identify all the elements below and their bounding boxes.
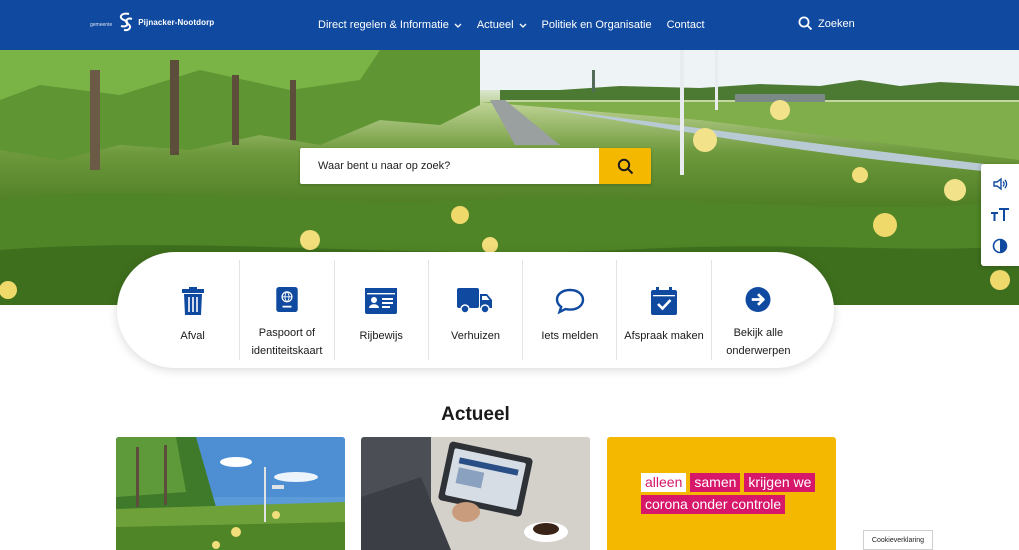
hero-search-bar [300,148,651,184]
quick-link-paspoort[interactable]: Paspoort of identiteitskaart [240,260,335,360]
logo-name: Pijnacker-Nootdorp [138,17,215,27]
search-icon [798,16,813,31]
speaker-icon [993,177,1008,191]
text-size-button[interactable] [985,201,1015,229]
quick-link-alle-onderwerpen[interactable]: Bekijk alle onderwerpen [712,260,805,360]
quick-link-label: Afspraak maken [624,330,704,342]
search-icon [617,158,633,174]
quick-link-verhuizen[interactable]: Verhuizen [429,260,524,360]
logo-mark-icon [120,12,133,32]
accessibility-toolbar [981,164,1019,266]
truck-icon [457,288,493,314]
slogan-line-1: alleen samen krijgen we [641,473,821,492]
hero-search-button[interactable] [599,148,651,184]
text-size-icon [991,207,1009,221]
search-label: Zoeken [818,17,855,30]
main-nav: Direct regelen & Informatie Actueel Poli… [318,0,705,50]
logo-prefix: gemeente [90,22,113,28]
contrast-icon [992,239,1008,254]
quick-link-label: Paspoort of identiteitskaart [251,327,323,357]
quick-link-label: Bekijk alle onderwerpen [726,327,791,357]
slogan-word: corona onder controle [641,495,786,514]
nav-item-label: Direct regelen & Informatie [318,19,449,31]
calendar-check-icon [651,287,678,315]
news-card-3[interactable]: alleen samen krijgen we corona onder con… [607,437,836,550]
cookie-statement-button[interactable]: Cookieverklaring [863,530,933,550]
news-card-1[interactable] [116,437,345,550]
quick-link-afval[interactable]: Afval [146,260,241,360]
quick-link-label: Afval [180,330,205,342]
quick-links-panel: Afval Paspoort of identiteitskaart Rijbe… [117,252,834,368]
slogan-word: samen [690,473,741,492]
hero-search-input[interactable] [300,148,599,184]
slogan-line-2: corona onder controle [641,495,821,514]
actueel-heading: Actueel [441,404,510,425]
quick-link-rijbewijs[interactable]: Rijbewijs [335,260,429,360]
read-aloud-button[interactable] [985,170,1015,198]
contrast-button[interactable] [985,232,1015,260]
site-header: gemeente Pijnacker-Nootdorp Direct regel… [0,0,1019,50]
nav-direct-regelen[interactable]: Direct regelen & Informatie [318,19,462,31]
nav-item-label: Actueel [476,19,514,31]
nav-politiek[interactable]: Politiek en Organisatie [542,19,652,31]
slogan-word: krijgen we [744,473,816,492]
quick-link-afspraak-maken[interactable]: Afspraak maken [617,260,712,360]
passport-icon [276,287,298,312]
arrow-right-circle-icon [745,287,771,312]
nav-actueel[interactable]: Actueel [477,19,527,31]
quick-link-label: Verhuizen [451,330,500,342]
quick-link-label: Rijbewijs [359,330,403,342]
news-image-tablet [361,437,590,550]
header-search-button[interactable]: Zoeken [798,16,855,31]
nav-item-label: Contact [666,19,705,31]
quick-link-label: Iets melden [541,330,599,342]
site-logo[interactable]: gemeente Pijnacker-Nootdorp [90,11,214,33]
news-card-2[interactable] [361,437,590,550]
trash-icon [181,287,204,315]
nav-item-label: Politiek en Organisatie [541,19,652,31]
chevron-down-icon [454,23,462,28]
id-card-icon [365,288,398,314]
quick-link-iets-melden[interactable]: Iets melden [523,260,618,360]
slogan-word: alleen [641,473,687,492]
nav-contact[interactable]: Contact [667,19,705,31]
chevron-down-icon [519,23,527,28]
news-image-landscape [116,437,345,550]
speech-bubble-icon [555,288,584,315]
corona-slogan: alleen samen krijgen we corona onder con… [641,473,821,517]
